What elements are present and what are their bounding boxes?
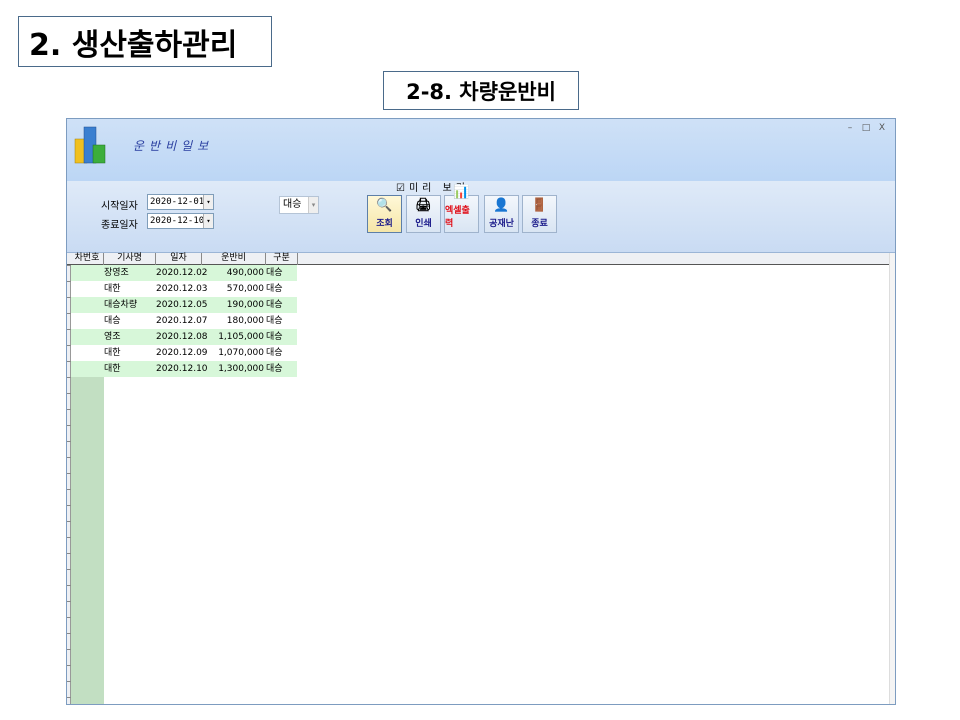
driver-name-cell: 대한	[104, 284, 121, 294]
freight-cost-cell: 570,000	[226, 284, 264, 294]
car-number-cell	[67, 361, 100, 377]
start-date-value: 2020-12-01	[150, 197, 205, 207]
person-button[interactable]: 👤 공재난	[484, 195, 519, 233]
close-icon[interactable]: X	[877, 123, 887, 133]
driver-name-cell: 대한	[104, 364, 121, 374]
driver-name-cell: 영조	[104, 332, 121, 342]
freight-cost-cell: 180,000	[226, 316, 264, 326]
table-row[interactable]: 대한 2020.12.10 1,300,000 대승	[71, 361, 297, 377]
date-cell: 2020.12.10	[156, 364, 208, 374]
column-header[interactable]: 운반비	[202, 253, 266, 265]
excel-export-label: 엑셀출력	[445, 206, 470, 229]
window-controls: – □ X	[845, 123, 887, 133]
car-number-cell	[67, 329, 100, 345]
freight-cost-cell: 190,000	[226, 300, 264, 310]
end-date-value: 2020-12-10	[150, 216, 205, 226]
chevron-down-icon[interactable]: ▾	[203, 195, 213, 209]
person-icon: 👤	[493, 198, 510, 213]
vertical-scrollbar[interactable]	[889, 253, 895, 704]
freight-cost-cell: 1,300,000	[218, 364, 264, 374]
column-header[interactable]: 차번호	[71, 253, 104, 265]
category-cell: 대승	[266, 316, 283, 326]
app-window: 운반비일보 – □ X 시작일자 2020-12-01 ▾ 종료일자 2020-…	[66, 118, 896, 705]
car-number-cell	[67, 297, 100, 313]
end-date-input[interactable]: 2020-12-10 ▾	[147, 213, 214, 229]
slide-title: 2. 생산출하관리	[18, 16, 272, 67]
excel-icon: 📊	[453, 185, 470, 200]
start-date-label: 시작일자	[101, 201, 138, 212]
search-button-label: 조회	[376, 219, 393, 229]
maximize-icon[interactable]: □	[861, 123, 871, 133]
window-title: 운반비일보	[133, 139, 214, 153]
chevron-down-icon[interactable]: ▾	[203, 214, 213, 228]
printer-icon: 🖨	[415, 198, 432, 213]
date-cell: 2020.12.05	[156, 300, 208, 310]
category-cell: 대승	[266, 364, 283, 374]
window-header: 운반비일보 – □ X	[67, 119, 895, 181]
driver-name-cell: 대한	[104, 348, 121, 358]
driver-name-cell: 대승차량	[104, 300, 138, 310]
freight-cost-cell: 1,070,000	[218, 348, 264, 358]
excel-export-button[interactable]: 📊 엑셀출력	[444, 185, 479, 233]
car-number-cell	[67, 313, 100, 329]
grid-header: 차번호 기사명 일자 운반비 구분	[67, 253, 895, 265]
company-select[interactable]: 대승 ▾	[279, 196, 319, 214]
search-button[interactable]: 🔍 조회	[367, 195, 402, 233]
exit-door-icon: 🚪	[531, 198, 548, 213]
category-cell: 대승	[266, 284, 283, 294]
company-select-value: 대승	[283, 199, 302, 210]
date-cell: 2020.12.02	[156, 268, 208, 278]
freight-cost-cell: 490,000	[226, 268, 264, 278]
car-number-cell	[67, 345, 100, 361]
category-cell: 대승	[266, 332, 283, 342]
column-header[interactable]: 일자	[156, 253, 202, 265]
category-cell: 대승	[266, 300, 283, 310]
column-header[interactable]: 기사명	[104, 253, 156, 265]
start-date-input[interactable]: 2020-12-01 ▾	[147, 194, 214, 210]
table-row[interactable]: 장영조 2020.12.02 490,000 대승	[71, 265, 297, 281]
date-cell: 2020.12.08	[156, 332, 208, 342]
driver-name-cell: 장영조	[104, 268, 129, 278]
date-cell: 2020.12.09	[156, 348, 208, 358]
category-cell: 대승	[266, 268, 283, 278]
data-grid: 차번호 기사명 일자 운반비 구분 장영조 2020.12.02 490,000 대승…	[67, 253, 895, 704]
exit-button[interactable]: 🚪 종료	[522, 195, 557, 233]
minimize-icon[interactable]: –	[845, 123, 855, 133]
person-button-label: 공재난	[489, 219, 514, 229]
table-row[interactable]: 대한 2020.12.09 1,070,000 대승	[71, 345, 297, 361]
table-row[interactable]: 대승차량 2020.12.05 190,000 대승	[71, 297, 297, 313]
driver-name-cell: 대승	[104, 316, 121, 326]
table-row[interactable]: 대승 2020.12.07 180,000 대승	[71, 313, 297, 329]
slide-subtitle: 2-8. 차량운반비	[383, 71, 579, 110]
table-row[interactable]: 영조 2020.12.08 1,105,000 대승	[71, 329, 297, 345]
car-number-cell	[67, 265, 100, 281]
search-icon: 🔍	[376, 198, 393, 213]
app-logo-icon	[74, 126, 106, 164]
print-button-label: 인쇄	[415, 219, 432, 229]
print-button[interactable]: 🖨 인쇄	[406, 195, 441, 233]
category-cell: 대승	[266, 348, 283, 358]
date-cell: 2020.12.07	[156, 316, 208, 326]
table-row[interactable]: 대한 2020.12.03 570,000 대승	[71, 281, 297, 297]
exit-button-label: 종료	[531, 219, 548, 229]
column-header[interactable]: 구분	[266, 253, 298, 265]
end-date-label: 종료일자	[101, 220, 138, 231]
car-number-cell	[67, 281, 100, 297]
date-cell: 2020.12.03	[156, 284, 208, 294]
freight-cost-cell: 1,105,000	[218, 332, 264, 342]
chevron-down-icon[interactable]: ▾	[308, 197, 318, 213]
toolbar: 시작일자 2020-12-01 ▾ 종료일자 2020-12-10 ▾ 대승 ▾…	[67, 181, 895, 253]
